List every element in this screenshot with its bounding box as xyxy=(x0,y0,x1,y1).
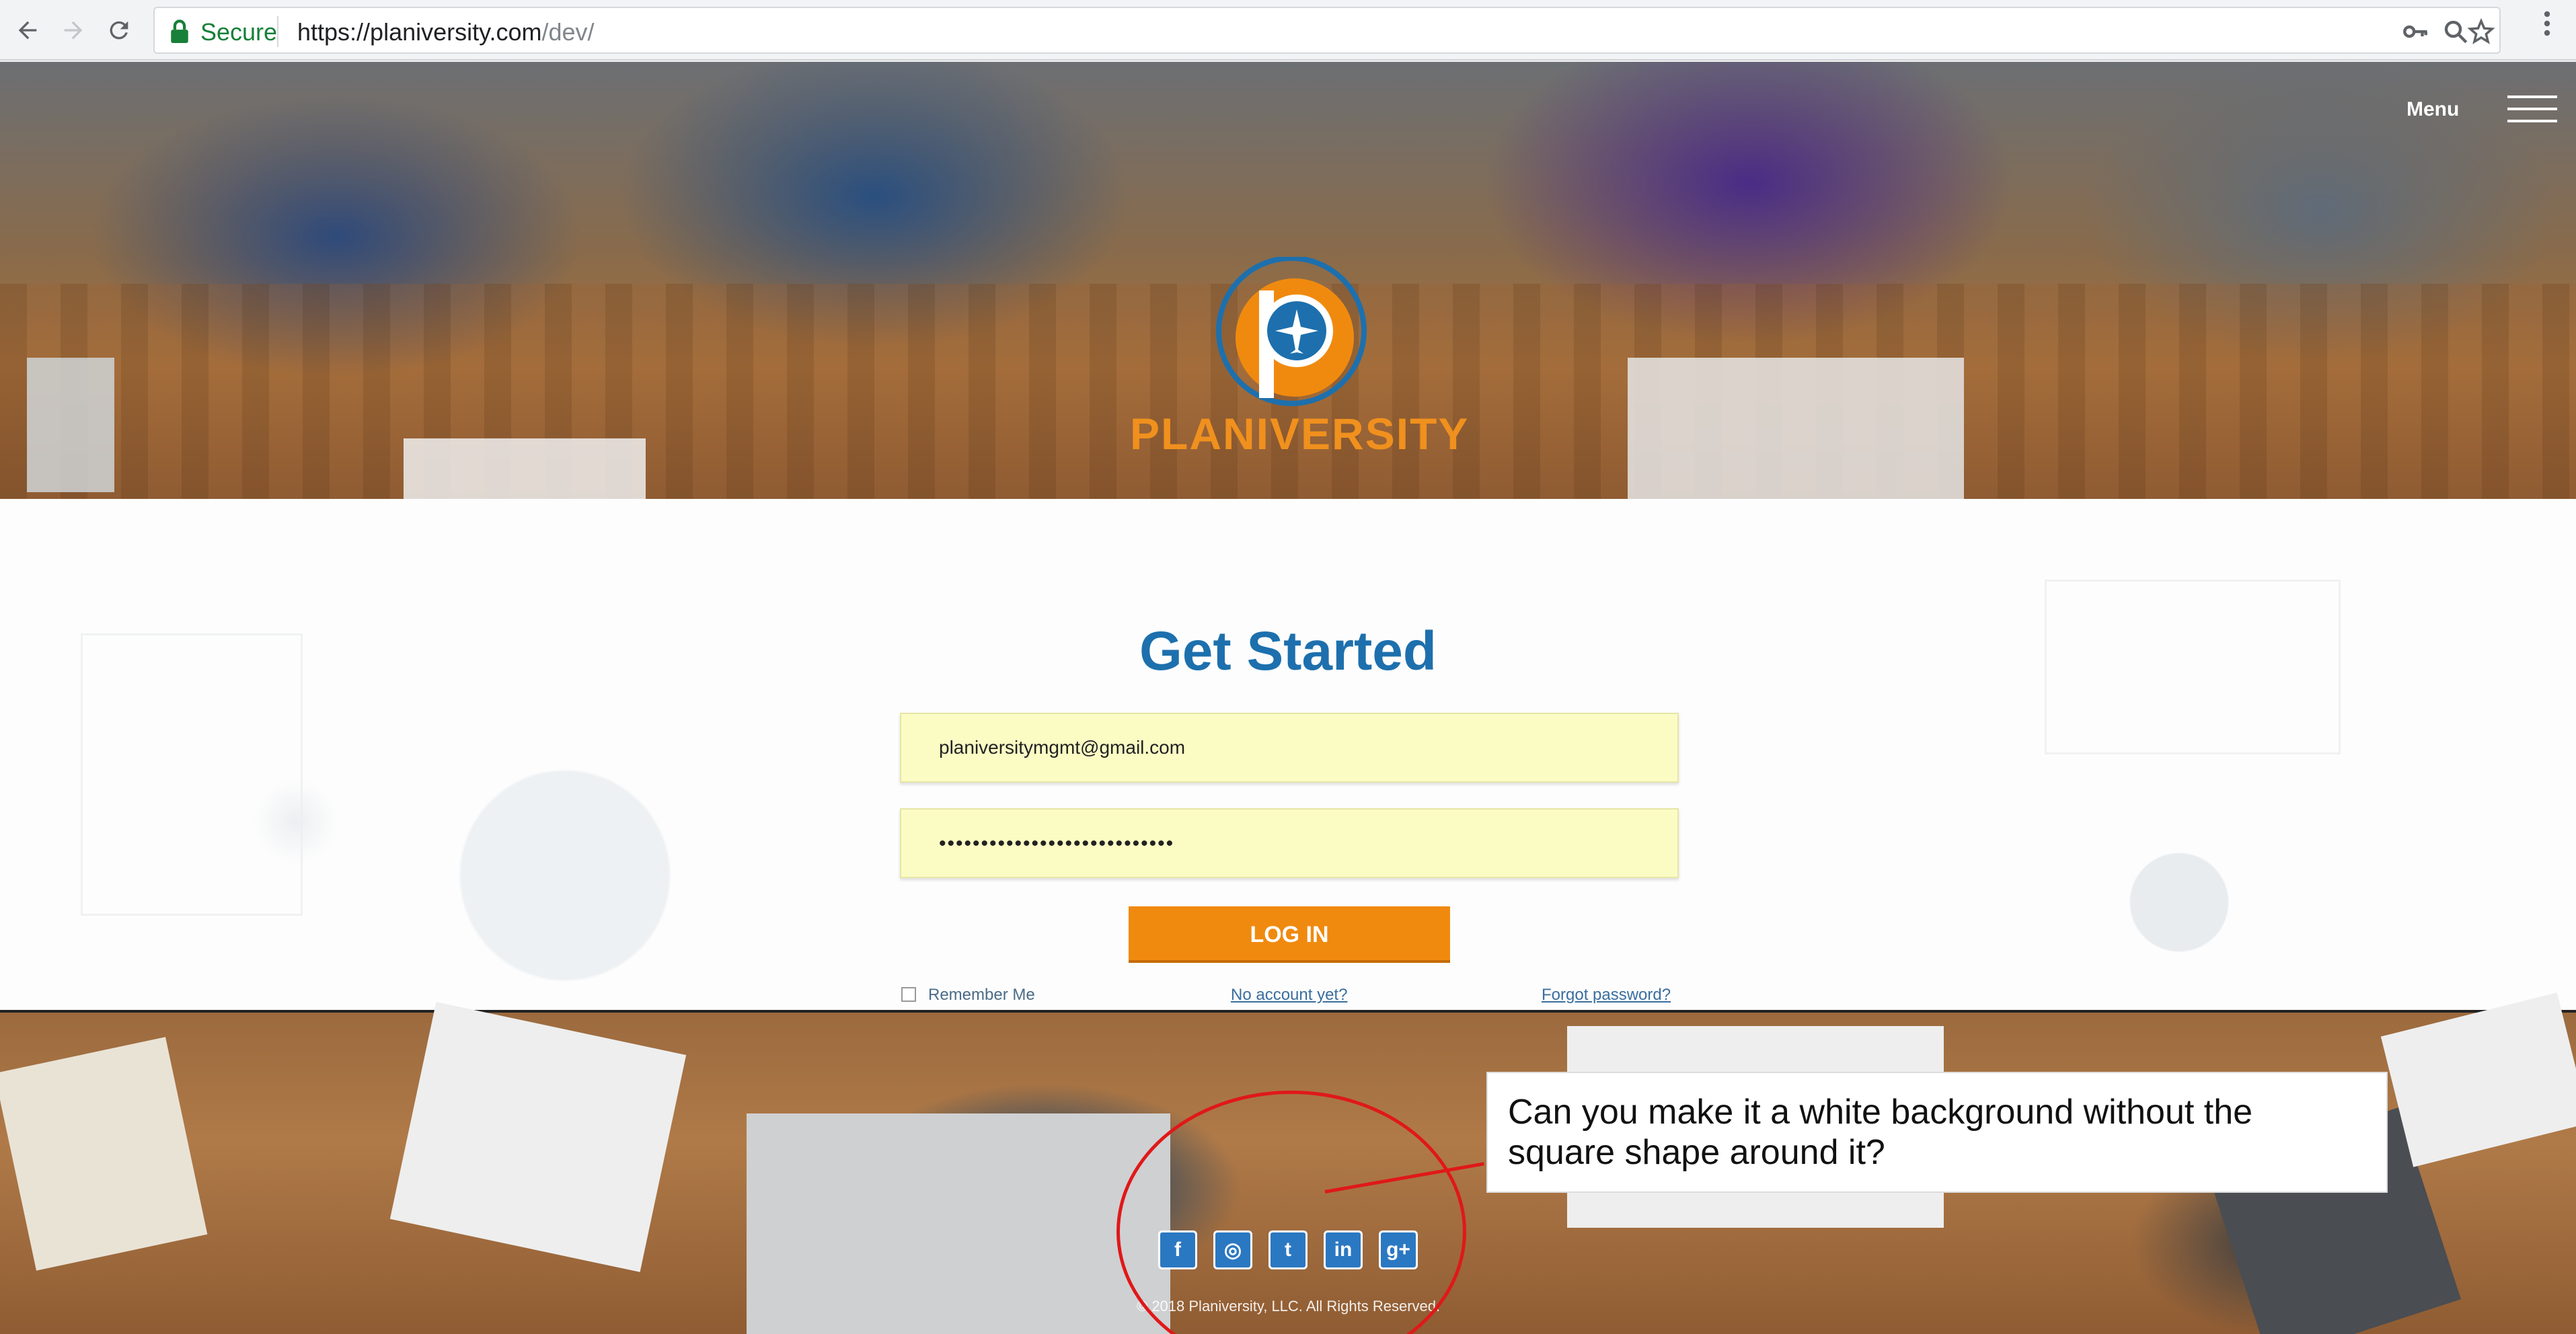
background-paper-image xyxy=(81,633,303,916)
forward-arrow-icon[interactable] xyxy=(51,8,96,52)
star-icon[interactable] xyxy=(2467,17,2495,46)
zoom-icon[interactable] xyxy=(2441,17,2470,46)
url-host: https://planiversity.com xyxy=(297,18,542,46)
paper-image xyxy=(404,438,646,499)
secure-label: Secure xyxy=(200,18,278,46)
report-paper-image xyxy=(389,1002,687,1272)
lock-icon xyxy=(171,19,188,43)
logo-text: PLANIVERSITY xyxy=(1130,409,1470,459)
email-field[interactable]: planiversitymgmt@gmail.com xyxy=(900,713,1679,783)
reload-icon[interactable] xyxy=(97,8,141,52)
back-arrow-icon[interactable] xyxy=(5,8,50,52)
remember-me-label: Remember Me xyxy=(928,986,1035,1004)
address-bar[interactable]: Secure https://planiversity.com/dev/ xyxy=(153,7,2501,54)
forgot-password-link[interactable]: Forgot password? xyxy=(1542,986,1671,1005)
url-text[interactable]: https://planiversity.com/dev/ xyxy=(297,18,595,46)
hero-photo: Menu PLANIVERSITY xyxy=(0,62,2576,499)
kebab-menu-icon[interactable] xyxy=(2530,9,2564,51)
login-button[interactable]: LOG IN xyxy=(1129,906,1450,963)
remember-me-checkbox[interactable] xyxy=(901,987,916,1002)
no-account-link[interactable]: No account yet? xyxy=(1231,986,1347,1005)
background-paper-image xyxy=(2045,580,2341,754)
plane-logo-icon xyxy=(1216,257,1367,406)
laptop-image xyxy=(747,1113,1170,1334)
menu-label[interactable]: Menu xyxy=(2407,98,2459,121)
annotation-comment: Can you make it a white background witho… xyxy=(1486,1072,2388,1193)
notebook-image xyxy=(0,1037,208,1271)
key-icon[interactable] xyxy=(2401,17,2429,46)
url-divider xyxy=(277,16,278,47)
url-path: /dev/ xyxy=(541,18,595,46)
hamburger-menu-icon[interactable] xyxy=(2507,95,2557,122)
laptop-image xyxy=(1628,358,1964,499)
graph-paper-image xyxy=(2380,992,2576,1167)
browser-toolbar: Secure https://planiversity.com/dev/ xyxy=(0,0,2576,61)
password-field[interactable]: •••••••••••••••••••••••••••• xyxy=(900,808,1679,878)
calculator-image xyxy=(27,358,114,492)
planiversity-logo[interactable]: PLANIVERSITY xyxy=(1130,257,1470,472)
page-title: Get Started xyxy=(1139,621,1437,682)
login-section: Get Started planiversitymgmt@gmail.com •… xyxy=(0,499,2576,1010)
